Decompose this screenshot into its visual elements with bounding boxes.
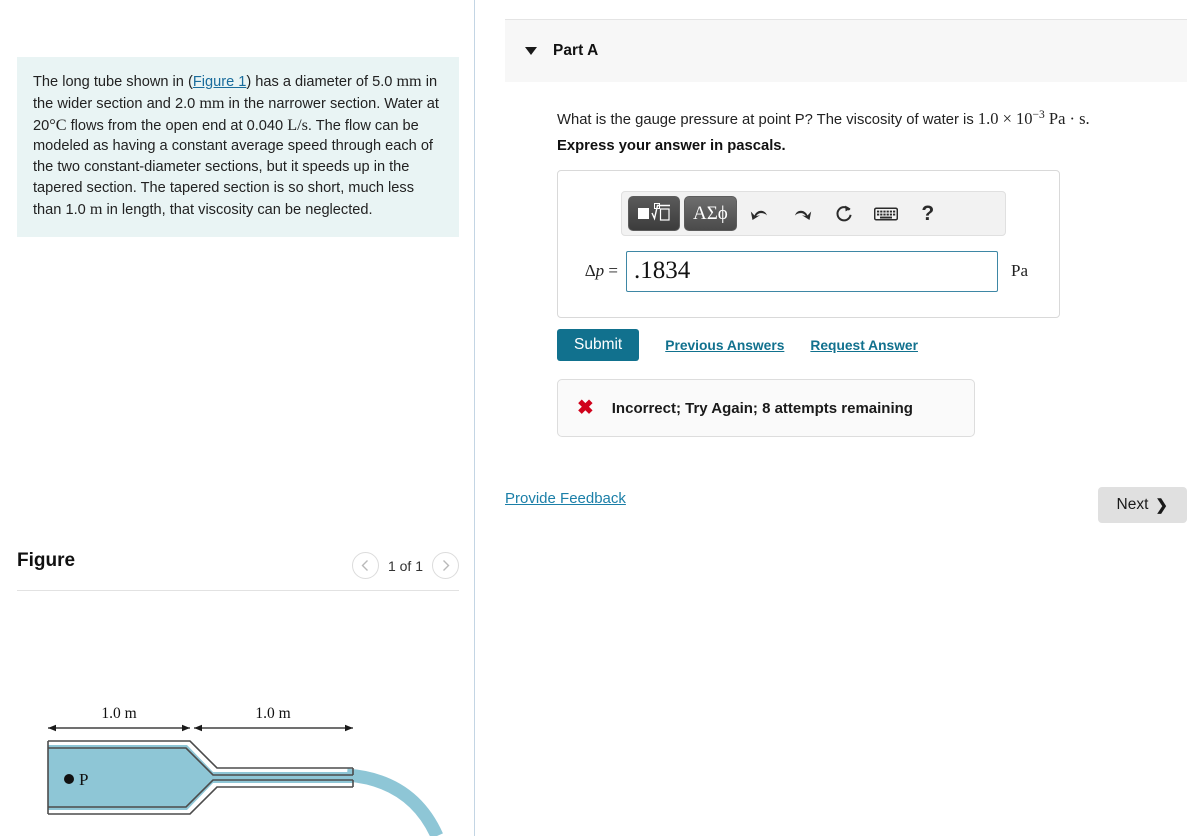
page-root: The long tube shown in (Figure 1) has a … <box>0 0 1200 836</box>
figure-prev-button[interactable] <box>351 552 379 579</box>
redo-button[interactable] <box>783 196 821 231</box>
figure-pager: 1 of 1 <box>351 552 459 579</box>
viscosity-value: 1.0 × 10 <box>977 108 1033 128</box>
answer-unit-label: Pa <box>1011 261 1028 280</box>
p-symbol: p <box>595 261 605 280</box>
water-jet <box>346 768 443 836</box>
reset-icon <box>836 205 852 221</box>
unit-mm-1: mm <box>396 72 422 90</box>
problem-statement: The long tube shown in (Figure 1) has a … <box>17 57 459 237</box>
undo-icon <box>750 210 767 220</box>
redo-icon <box>794 210 811 220</box>
greek-symbols-label: ΑΣϕ <box>693 202 728 224</box>
unit-meters: m <box>89 199 103 218</box>
figure-image: P 1.0 m 1.0 m <box>17 600 462 836</box>
sqrt-template-button[interactable] <box>628 196 680 231</box>
math-toolbar: ΑΣϕ ? <box>621 191 1006 236</box>
problem-text-2: ) has a diameter of 5.0 <box>246 74 397 90</box>
next-button[interactable]: Next ❯ <box>1097 487 1187 523</box>
figure-page-count: 1 of 1 <box>387 557 423 574</box>
right-pane: Part A What is the gauge pressure at poi… <box>475 0 1200 836</box>
problem-text-1: The long tube shown in ( <box>33 74 193 90</box>
problem-text-7: in length, that viscosity can be neglect… <box>102 201 373 218</box>
feedback-message-box: ✖ Incorrect; Try Again; 8 attempts remai… <box>557 379 975 437</box>
unit-liters-per-second: L/s <box>287 115 308 134</box>
unit-degree-celsius: °C <box>49 115 67 134</box>
answer-instruction: Express your answer in pascals. <box>557 138 786 154</box>
dim-arrow-right-start <box>194 724 202 732</box>
request-answer-link[interactable]: Request Answer <box>810 338 918 353</box>
figure-next-button[interactable] <box>432 552 459 579</box>
figure-title: Figure <box>17 550 76 571</box>
narrow-section-water <box>213 772 353 783</box>
part-a-header[interactable]: Part A <box>505 20 1187 82</box>
dim-label-left: 1.0 m <box>101 705 136 722</box>
keyboard-button[interactable] <box>867 196 905 231</box>
dim-arrow-left-start <box>48 724 56 732</box>
dim-label-right: 1.0 m <box>255 705 290 722</box>
figure-header: Figure 1 of 1 <box>17 548 459 588</box>
viscosity-exponent: −3 <box>1032 109 1045 121</box>
question-text: What is the gauge pressure at point P? T… <box>557 105 1177 131</box>
sqrt-icon <box>638 203 670 221</box>
next-button-label: Next <box>1116 496 1149 513</box>
provide-feedback-link[interactable]: Provide Feedback <box>505 490 626 507</box>
previous-answers-link[interactable]: Previous Answers <box>665 338 784 353</box>
problem-text-5: flows from the open end at 0.040 <box>66 117 288 134</box>
chevron-left-icon <box>361 560 369 571</box>
tube-diagram: P 1.0 m 1.0 m <box>47 705 443 836</box>
greek-symbols-button[interactable]: ΑΣϕ <box>684 196 737 231</box>
caret-down-icon <box>525 47 537 55</box>
x-mark-icon: ✖ <box>577 397 594 419</box>
left-pane: The long tube shown in (Figure 1) has a … <box>0 0 474 836</box>
figure-divider <box>17 590 459 591</box>
dim-arrow-right-end <box>345 724 353 732</box>
answer-entry-panel: ΑΣϕ ? Δp = .1834 Pa <box>557 170 1060 318</box>
point-p-label: P <box>79 770 88 789</box>
submit-row: Submit Previous Answers Request Answer <box>557 329 918 361</box>
answer-input[interactable] <box>626 250 998 292</box>
feedback-message-text: Incorrect; Try Again; 8 attempts remaini… <box>611 399 913 417</box>
equals-symbol: = <box>608 261 618 280</box>
point-p-marker <box>64 774 74 784</box>
undo-button[interactable] <box>741 196 779 231</box>
part-a-label: Part A <box>553 42 599 59</box>
help-button[interactable]: ? <box>909 196 947 231</box>
keyboard-icon <box>873 206 898 221</box>
unit-mm-2: mm <box>199 93 225 112</box>
delta-symbol: Δ <box>584 261 596 280</box>
figure-1-link[interactable]: Figure 1 <box>193 74 247 90</box>
chevron-right-icon: ❯ <box>1155 497 1168 514</box>
answer-input-row: Δp = Pa <box>568 249 1051 293</box>
help-label: ? <box>921 201 935 225</box>
answer-variable-label: Δp = <box>568 261 626 281</box>
reset-button[interactable] <box>825 196 863 231</box>
chevron-right-icon <box>442 560 449 571</box>
question-text-part1: What is the gauge pressure at point P? T… <box>557 111 978 128</box>
submit-button[interactable]: Submit <box>557 329 640 361</box>
viscosity-unit: Pa · s. <box>1044 108 1090 128</box>
dim-arrow-left-end <box>182 724 190 732</box>
